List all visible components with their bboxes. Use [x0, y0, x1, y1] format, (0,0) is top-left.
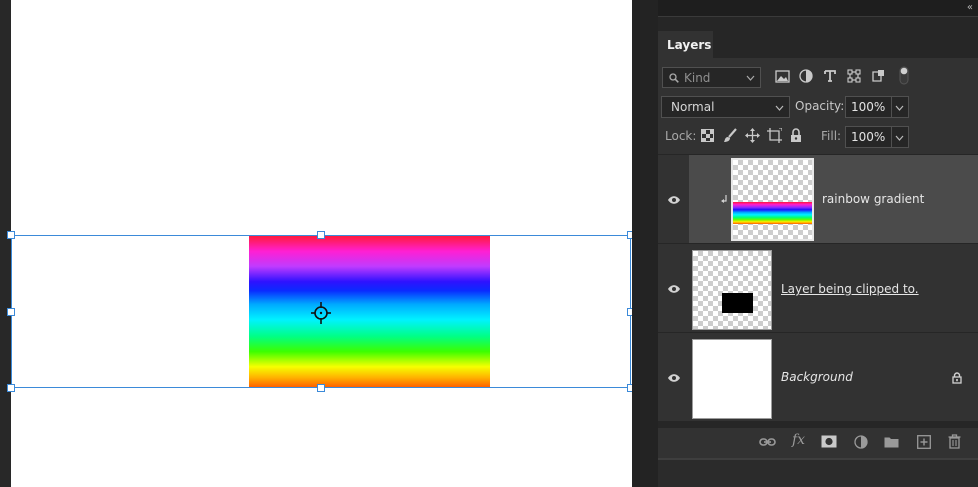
- layer-row-clip-base[interactable]: Layer being clipped to.: [658, 243, 978, 332]
- collapse-panels-icon[interactable]: «: [967, 2, 973, 13]
- panel-gutter: [632, 0, 658, 487]
- filter-kind-select[interactable]: Kind: [662, 67, 761, 88]
- lock-artboard-icon[interactable]: [767, 128, 782, 143]
- layer-name[interactable]: Background: [781, 370, 853, 384]
- lock-label: Lock:: [665, 129, 697, 143]
- layer-thumbnail-background[interactable]: [692, 339, 772, 419]
- layer-name[interactable]: Layer being clipped to.: [781, 282, 919, 296]
- blend-mode-select[interactable]: Normal: [661, 96, 790, 118]
- thumbnail-black-rect: [722, 293, 753, 313]
- smart-object-filter-icon[interactable]: [871, 69, 885, 83]
- type-filter-icon[interactable]: [823, 69, 837, 83]
- layers-list: rainbow gradient Layer being clipped to.: [658, 154, 978, 427]
- adjustment-layer-icon[interactable]: [854, 435, 868, 449]
- layer-thumbnail-rainbow-gradient[interactable]: [731, 158, 814, 241]
- new-layer-icon[interactable]: [917, 435, 931, 449]
- opacity-value: 100%: [851, 100, 886, 114]
- link-layers-icon[interactable]: [759, 437, 776, 447]
- transform-pivot-icon[interactable]: [311, 302, 331, 324]
- eye-icon[interactable]: [667, 284, 681, 294]
- thumbnail-gradient-strip: [733, 202, 812, 224]
- chevron-down-icon: [746, 75, 755, 81]
- fill-divider: [891, 127, 892, 147]
- chevron-down-icon[interactable]: [895, 105, 904, 111]
- eye-icon[interactable]: [667, 373, 681, 383]
- eye-icon[interactable]: [667, 195, 681, 205]
- document-canvas[interactable]: [7, 0, 635, 487]
- lock-all-icon[interactable]: [790, 128, 802, 143]
- lock-image-icon[interactable]: [723, 128, 737, 143]
- fill-label: Fill:: [821, 129, 842, 143]
- shape-filter-icon[interactable]: [847, 69, 861, 83]
- canvas-left-edge: [0, 0, 11, 487]
- transform-handle-top-center[interactable]: [317, 231, 325, 239]
- transform-handle-bottom-left[interactable]: [7, 384, 15, 392]
- clipping-arrow-icon: [721, 195, 727, 203]
- filter-kind-label: Kind: [684, 71, 711, 85]
- layer-row-background[interactable]: Background: [658, 332, 978, 421]
- image-filter-icon[interactable]: [775, 70, 790, 83]
- fill-value: 100%: [851, 130, 886, 144]
- chevron-down-icon[interactable]: [895, 135, 904, 141]
- fill-input[interactable]: 100%: [845, 126, 909, 148]
- layer-thumbnail-clip-base[interactable]: [692, 250, 772, 330]
- lock-transparent-icon[interactable]: [701, 129, 714, 142]
- opacity-label: Opacity:: [795, 99, 845, 113]
- lock-position-icon[interactable]: [745, 128, 760, 143]
- new-group-icon[interactable]: [884, 436, 899, 448]
- add-mask-icon[interactable]: [821, 435, 837, 448]
- lock-icon[interactable]: [952, 372, 962, 384]
- chevron-down-icon: [775, 105, 784, 111]
- layers-footer-toolbar: fx: [658, 427, 978, 458]
- panel-bottom-strip: [658, 458, 978, 487]
- panel-tab-bar: Layers: [658, 16, 978, 59]
- transform-handle-top-left[interactable]: [7, 231, 15, 239]
- opacity-input[interactable]: 100%: [845, 96, 909, 118]
- opacity-divider: [891, 97, 892, 117]
- layer-name[interactable]: rainbow gradient: [822, 192, 924, 206]
- adjustment-filter-icon[interactable]: [799, 69, 813, 83]
- photoshop-window: « Layers Kind Normal Opacity: 100% Lock:…: [0, 0, 978, 487]
- transform-handle-middle-left[interactable]: [7, 308, 15, 316]
- blend-mode-value: Normal: [671, 100, 715, 114]
- tab-layers[interactable]: Layers: [658, 31, 713, 59]
- search-icon: [669, 73, 679, 83]
- layers-panel: Layers Kind Normal Opacity: 100% Lock: F…: [658, 16, 978, 487]
- delete-layer-icon[interactable]: [948, 434, 961, 449]
- panel-dock-header: «: [658, 0, 978, 16]
- fx-icon[interactable]: fx: [792, 432, 805, 448]
- transform-handle-bottom-center[interactable]: [317, 384, 325, 392]
- filter-toggle-icon[interactable]: [899, 66, 909, 85]
- layer-row-rainbow-gradient[interactable]: rainbow gradient: [658, 154, 978, 244]
